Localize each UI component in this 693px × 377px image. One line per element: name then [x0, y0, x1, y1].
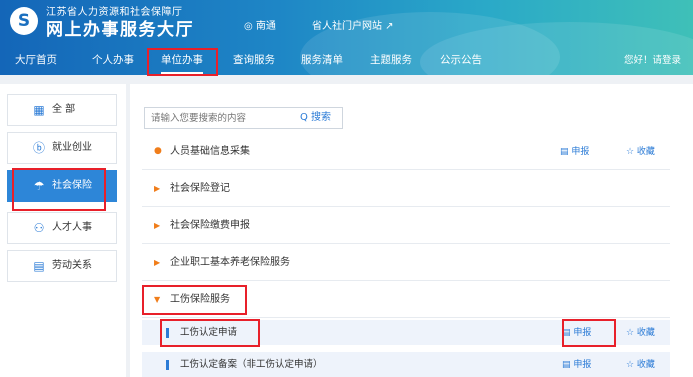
service-title[interactable]: 社会保险登记 [170, 171, 230, 207]
service-row[interactable]: ● 人员基础信息采集 ▤ 申报 ☆ 收藏 [142, 134, 670, 170]
sub-service-title[interactable]: 工伤认定申请 [180, 320, 237, 346]
nav-query[interactable]: 查询服务 [233, 46, 275, 75]
nav-notice[interactable]: 公示公告 [440, 46, 482, 75]
sub-service-row[interactable]: 工伤认定申请 ▤ 申报 ☆ 收藏 [142, 320, 670, 346]
caret-right-icon: ▶ [154, 221, 161, 230]
apply-button[interactable]: ▤ 申报 [562, 320, 591, 346]
people-icon: ⚇ [33, 221, 45, 235]
service-row[interactable]: ▶ 社会保险缴费申报 [142, 208, 670, 244]
service-row[interactable]: ▶ 企业职工基本养老保险服务 [142, 245, 670, 281]
site-header: S 江苏省人力资源和社会保障厅 网上办事服务大厅 ◎ 南通 省人社门户网站 ↗ … [0, 0, 693, 75]
sidebar-item-all[interactable]: ▦ 全 部 [7, 94, 117, 126]
search-box: Q 搜索 [144, 107, 343, 129]
apply-button[interactable]: ▤ 申报 [562, 352, 591, 377]
circle-bullet-icon: ● [154, 146, 162, 156]
sub-item-bar-icon [166, 360, 169, 370]
sidebar-item-employment[interactable]: ⓑ 就业创业 [7, 132, 117, 164]
sidebar-item-label: 社会保险 [52, 180, 92, 191]
nav-service-list[interactable]: 服务清单 [301, 46, 343, 75]
service-title[interactable]: 社会保险缴费申报 [170, 208, 250, 244]
grid-icon: ▦ [33, 103, 45, 117]
category-sidebar: ▦ 全 部 ⓑ 就业创业 ☂ 社会保险 ⚇ 人才人事 ▤ 劳动关系 [0, 84, 126, 377]
sidebar-item-label: 劳动关系 [52, 260, 92, 271]
caret-down-icon: ▼ [154, 295, 161, 304]
location-selector[interactable]: ◎ 南通 [244, 17, 276, 32]
caret-right-icon: ▶ [154, 184, 161, 193]
favorite-button[interactable]: ☆ 收藏 [626, 134, 655, 170]
service-row-expanded[interactable]: ▼ 工伤保险服务 [142, 282, 670, 318]
search-input[interactable] [145, 108, 295, 128]
sidebar-item-social-insurance[interactable]: ☂ 社会保险 [7, 170, 117, 202]
umbrella-icon: ☂ [33, 179, 45, 193]
sidebar-item-label: 人才人事 [52, 222, 92, 233]
favorite-button[interactable]: ☆ 收藏 [626, 352, 655, 377]
service-title[interactable]: 人员基础信息采集 [170, 134, 250, 170]
sub-service-title[interactable]: 工伤认定备案（非工伤认定申请） [180, 352, 323, 377]
hrss-logo-icon[interactable]: S [10, 7, 38, 35]
nav-home[interactable]: 大厅首页 [15, 46, 57, 75]
favorite-button[interactable]: ☆ 收藏 [626, 320, 655, 346]
site-name[interactable]: 网上办事服务大厅 [46, 15, 194, 40]
service-row[interactable]: ▶ 社会保险登记 [142, 171, 670, 207]
labor-document-icon: ▤ [33, 259, 45, 273]
province-portal-link[interactable]: 省人社门户网站 ↗ [312, 17, 394, 32]
service-panel: Q 搜索 ● 人员基础信息采集 ▤ 申报 ☆ 收藏 ▶ 社会保险登记 ▶ 社会保… [130, 84, 693, 377]
sidebar-item-label: 全 部 [52, 104, 76, 115]
sidebar-item-labor[interactable]: ▤ 劳动关系 [7, 250, 117, 282]
service-title[interactable]: 企业职工基本养老保险服务 [170, 245, 290, 281]
main-nav: 大厅首页 个人办事 单位办事 查询服务 服务清单 主题服务 公示公告 您好！请登… [0, 46, 693, 75]
login-link[interactable]: 您好！请登录 [624, 46, 681, 75]
nav-topic[interactable]: 主题服务 [370, 46, 412, 75]
sidebar-item-talent[interactable]: ⚇ 人才人事 [7, 212, 117, 244]
sub-service-row[interactable]: 工伤认定备案（非工伤认定申请） ▤ 申报 ☆ 收藏 [142, 352, 670, 377]
search-button[interactable]: Q 搜索 [300, 108, 331, 128]
sidebar-item-label: 就业创业 [52, 142, 92, 153]
caret-right-icon: ▶ [154, 258, 161, 267]
nav-employer[interactable]: 单位办事 [161, 46, 203, 75]
nav-personal[interactable]: 个人办事 [92, 46, 134, 75]
sub-item-bar-icon [166, 328, 169, 338]
employment-icon: ⓑ [32, 141, 45, 155]
service-title[interactable]: 工伤保险服务 [170, 282, 230, 318]
apply-button[interactable]: ▤ 申报 [560, 134, 589, 170]
